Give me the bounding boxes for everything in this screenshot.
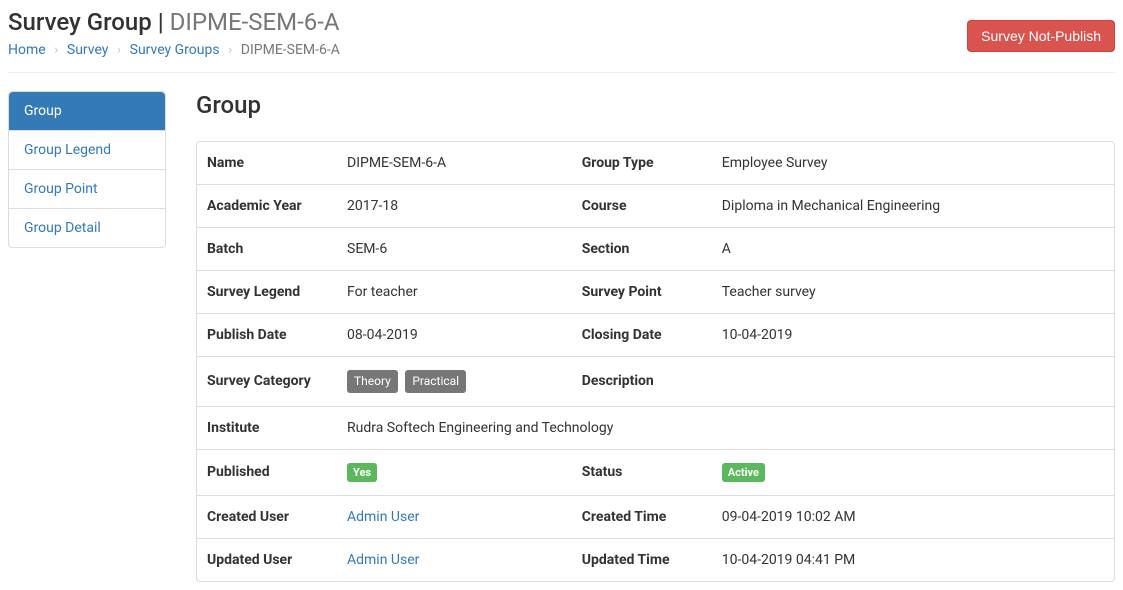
table-row: Academic Year 2017-18 Course Diploma in … [197, 185, 1114, 228]
breadcrumb-sep: › [49, 42, 63, 58]
table-row: Survey Category Theory Practical Descrip… [197, 357, 1114, 407]
category-badge-practical: Practical [405, 370, 466, 393]
value-published: Yes [337, 449, 572, 495]
label-group-type: Group Type [572, 142, 712, 185]
table-row: Created User Admin User Created Time 09-… [197, 496, 1114, 539]
created-user-link[interactable]: Admin User [347, 509, 419, 525]
value-closing-date: 10-04-2019 [712, 314, 1114, 357]
value-updated-user: Admin User [337, 539, 572, 582]
value-created-time: 09-04-2019 10:02 AM [712, 496, 1114, 539]
value-section: A [712, 228, 1114, 271]
sidebar: Group Group Legend Group Point Group Det… [8, 91, 166, 582]
label-publish-date: Publish Date [197, 314, 337, 357]
label-published: Published [197, 449, 337, 495]
value-batch: SEM-6 [337, 228, 572, 271]
label-created-user: Created User [197, 496, 337, 539]
label-survey-legend: Survey Legend [197, 271, 337, 314]
value-publish-date: 08-04-2019 [337, 314, 572, 357]
table-row: Institute Rudra Softech Engineering and … [197, 406, 1114, 449]
status-badge: Active [722, 463, 765, 482]
sidebar-item-group-point[interactable]: Group Point [9, 170, 165, 208]
sidebar-item-group-detail[interactable]: Group Detail [9, 209, 165, 247]
value-group-type: Employee Survey [712, 142, 1114, 185]
survey-not-publish-button[interactable]: Survey Not-Publish [967, 20, 1115, 52]
value-course: Diploma in Mechanical Engineering [712, 185, 1114, 228]
detail-table: Name DIPME-SEM-6-A Group Type Employee S… [197, 142, 1114, 581]
value-academic-year: 2017-18 [337, 185, 572, 228]
label-batch: Batch [197, 228, 337, 271]
value-institute: Rudra Softech Engineering and Technology [337, 406, 1114, 449]
label-course: Course [572, 185, 712, 228]
category-badge-theory: Theory [347, 370, 398, 393]
breadcrumb-survey[interactable]: Survey [67, 42, 109, 58]
value-name: DIPME-SEM-6-A [337, 142, 572, 185]
label-section: Section [572, 228, 712, 271]
sidebar-item-group-legend[interactable]: Group Legend [9, 131, 165, 169]
table-row: Updated User Admin User Updated Time 10-… [197, 539, 1114, 582]
label-closing-date: Closing Date [572, 314, 712, 357]
layout: Group Group Legend Group Point Group Det… [8, 91, 1115, 582]
label-survey-category: Survey Category [197, 357, 337, 407]
breadcrumb-current: DIPME-SEM-6-A [241, 42, 340, 58]
page-header: Survey Group | DIPME-SEM-6-A Home › Surv… [8, 8, 1115, 73]
section-title: Group [196, 91, 1115, 119]
title-sub: DIPME-SEM-6-A [170, 8, 340, 36]
table-row: Publish Date 08-04-2019 Closing Date 10-… [197, 314, 1114, 357]
label-created-time: Created Time [572, 496, 712, 539]
label-status: Status [572, 449, 712, 495]
value-survey-legend: For teacher [337, 271, 572, 314]
page-title: Survey Group | DIPME-SEM-6-A [8, 8, 340, 36]
content: Group Name DIPME-SEM-6-A Group Type Empl… [196, 91, 1115, 582]
label-survey-point: Survey Point [572, 271, 712, 314]
label-description: Description [572, 357, 712, 407]
breadcrumb-sep: › [223, 42, 237, 58]
breadcrumb: Home › Survey › Survey Groups › DIPME-SE… [8, 42, 340, 58]
value-status: Active [712, 449, 1114, 495]
breadcrumb-home[interactable]: Home [8, 42, 46, 58]
sidebar-item-group[interactable]: Group [9, 92, 165, 130]
value-description [712, 357, 1114, 407]
published-badge: Yes [347, 463, 377, 482]
sidebar-nav: Group Group Legend Group Point Group Det… [8, 91, 166, 248]
title-block: Survey Group | DIPME-SEM-6-A Home › Surv… [8, 8, 340, 58]
detail-panel: Name DIPME-SEM-6-A Group Type Employee S… [196, 141, 1115, 582]
title-prefix: Survey Group [8, 8, 152, 36]
value-survey-point: Teacher survey [712, 271, 1114, 314]
table-row: Batch SEM-6 Section A [197, 228, 1114, 271]
table-row: Published Yes Status Active [197, 449, 1114, 495]
breadcrumb-sep: › [112, 42, 126, 58]
value-updated-time: 10-04-2019 04:41 PM [712, 539, 1114, 582]
label-academic-year: Academic Year [197, 185, 337, 228]
label-updated-user: Updated User [197, 539, 337, 582]
value-created-user: Admin User [337, 496, 572, 539]
value-survey-category: Theory Practical [337, 357, 572, 407]
updated-user-link[interactable]: Admin User [347, 552, 419, 568]
label-institute: Institute [197, 406, 337, 449]
title-sep: | [152, 8, 170, 36]
label-name: Name [197, 142, 337, 185]
table-row: Survey Legend For teacher Survey Point T… [197, 271, 1114, 314]
table-row: Name DIPME-SEM-6-A Group Type Employee S… [197, 142, 1114, 185]
breadcrumb-survey-groups[interactable]: Survey Groups [130, 42, 220, 58]
label-updated-time: Updated Time [572, 539, 712, 582]
